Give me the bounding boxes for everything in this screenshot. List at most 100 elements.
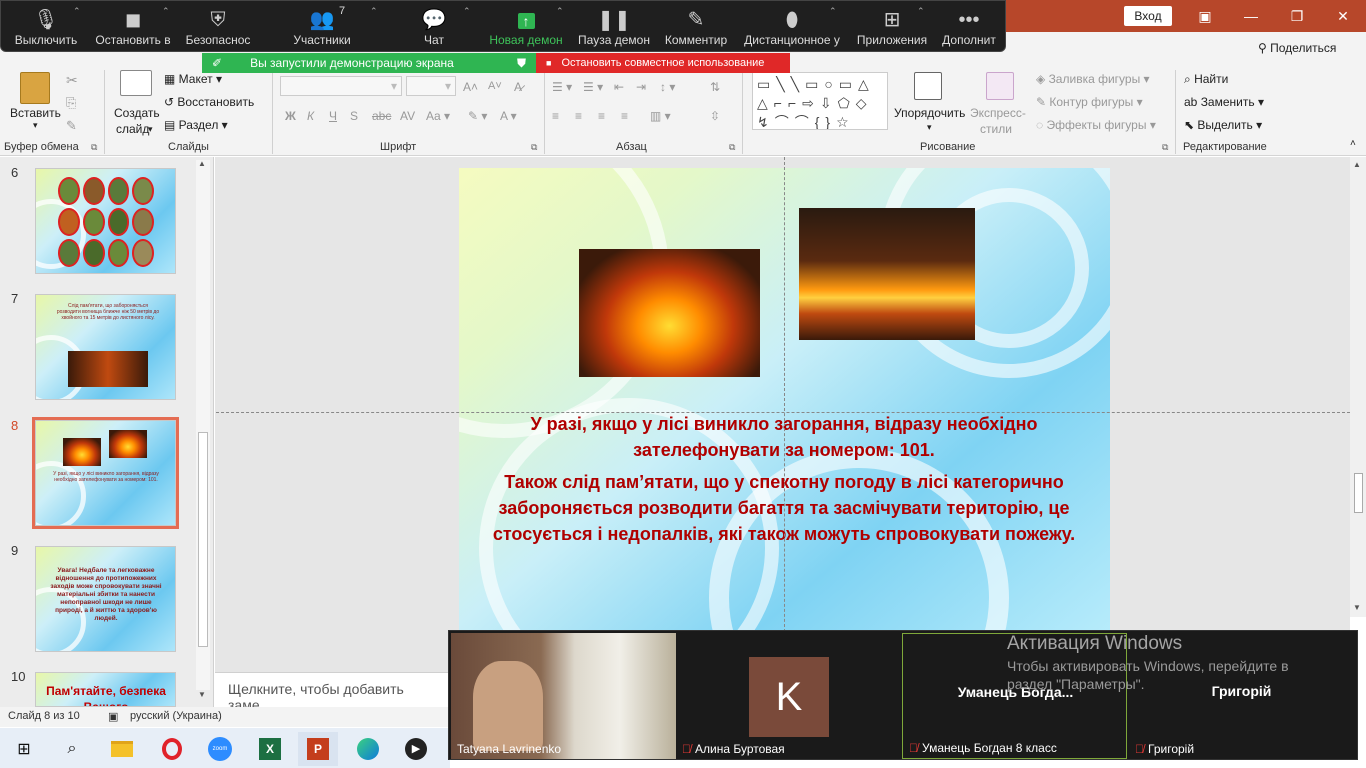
quick-styles-icon[interactable] xyxy=(986,72,1014,100)
align-text-icon[interactable]: ⇳ xyxy=(710,109,720,123)
select-button[interactable]: ⬉ Выделить ▾ xyxy=(1184,118,1262,132)
more-button[interactable]: ••• Дополнит xyxy=(938,0,1000,52)
text-direction-icon[interactable]: ⇅ xyxy=(710,80,720,94)
scroll-down-icon[interactable]: ▼ xyxy=(1353,603,1361,612)
close-icon[interactable]: ✕ xyxy=(1320,0,1366,32)
columns-icon[interactable]: ▥ ▾ xyxy=(650,109,671,123)
zoom-icon[interactable]: zoom xyxy=(200,732,240,766)
section-button[interactable]: ▤ Раздел ▾ xyxy=(164,118,228,132)
shape-outline-button[interactable]: ✎ Контур фигуры ▾ xyxy=(1036,95,1143,109)
stop-share-button[interactable]: ■ Остановить совместное использование xyxy=(536,53,790,73)
shapes-gallery[interactable]: ▭╲╲▭○▭△ △⌐⌐⇨⇩⬠◇ ↯⌒⌒{}☆ xyxy=(752,72,888,130)
find-button[interactable]: ⌕ Найти xyxy=(1184,72,1228,87)
slide-thumbnail-9[interactable]: Увага! Недбале та легковажне відношення … xyxy=(35,546,176,652)
bold-button[interactable]: Ж xyxy=(285,109,296,123)
spellcheck-icon[interactable]: ▣ xyxy=(108,710,118,723)
share-button[interactable]: ⚲ Поделиться xyxy=(1258,41,1336,55)
fire-photo-right[interactable] xyxy=(799,208,975,340)
indent-increase-icon[interactable]: ⇥ xyxy=(636,80,646,94)
chevron-up-icon[interactable]: ⌃ xyxy=(556,6,564,17)
participants-button[interactable]: 👥 Участники xyxy=(286,0,358,52)
justify-icon[interactable]: ≡ xyxy=(621,109,628,123)
bullets-icon[interactable]: ☰ ▾ xyxy=(552,80,572,94)
file-explorer-icon[interactable] xyxy=(102,732,142,766)
chevron-up-icon[interactable]: ⌃ xyxy=(370,6,378,17)
pause-share-button[interactable]: ❚❚ Пауза демон xyxy=(576,0,652,52)
copy-icon[interactable]: ⎘ xyxy=(66,95,76,111)
slide-thumbnail-10[interactable]: Пам'ятайте, безпека Вашого xyxy=(35,672,176,707)
arrange-button[interactable]: Упорядочить xyxy=(894,106,965,120)
video-tile[interactable]: K 🎙̸ Алина Буртовая xyxy=(676,633,901,759)
underline-button[interactable]: Ч xyxy=(329,109,337,123)
dialog-launcher-icon[interactable]: ⧉ xyxy=(531,142,537,153)
new-share-button[interactable]: ↑ Новая демон xyxy=(486,0,566,52)
quick-styles-button[interactable]: Экспресс- xyxy=(970,106,1026,120)
line-spacing-icon[interactable]: ↕ ▾ xyxy=(660,80,675,94)
decrease-font-icon[interactable]: A˅ xyxy=(488,80,502,92)
restore-icon[interactable]: ▣ xyxy=(1182,0,1228,32)
thumbnails-scroll-thumb[interactable] xyxy=(198,432,208,647)
indent-decrease-icon[interactable]: ⇤ xyxy=(614,80,624,94)
scroll-up-icon[interactable]: ▲ xyxy=(1353,160,1361,169)
dialog-launcher-icon[interactable]: ⧉ xyxy=(91,142,97,153)
clear-format-icon[interactable]: A̷ xyxy=(514,80,522,94)
maximize-icon[interactable]: ❐ xyxy=(1274,0,1320,32)
chevron-up-icon[interactable]: ⌃ xyxy=(73,6,81,17)
minimize-icon[interactable]: — xyxy=(1228,0,1274,32)
font-size-select[interactable]: ▾ xyxy=(406,76,456,96)
paste-icon[interactable] xyxy=(20,72,50,104)
chevron-down-icon[interactable]: ▾ xyxy=(148,124,153,135)
opera-icon[interactable] xyxy=(152,732,192,766)
editor-scrollbar[interactable] xyxy=(1350,157,1366,617)
remote-control-button[interactable]: ⬮ Дистанционное у xyxy=(742,0,842,52)
replace-button[interactable]: ab Заменить ▾ xyxy=(1184,95,1264,109)
chevron-up-icon[interactable]: ⌃ xyxy=(917,6,925,17)
reset-button[interactable]: ↺ Восстановить xyxy=(164,95,254,109)
edge-icon[interactable] xyxy=(348,732,388,766)
shadow-icon[interactable]: S xyxy=(350,109,358,123)
chevron-up-icon[interactable]: ⌃ xyxy=(463,6,471,17)
dialog-launcher-icon[interactable]: ⧉ xyxy=(729,142,735,153)
scroll-up-icon[interactable]: ▲ xyxy=(198,159,206,168)
chevron-down-icon[interactable]: ▾ xyxy=(927,122,932,133)
fire-photo-left[interactable] xyxy=(579,249,760,377)
language-status[interactable]: русский (Украина) xyxy=(130,710,222,722)
mute-button[interactable]: 🎙 Выключить xyxy=(12,0,80,52)
video-tile[interactable]: Tatyana Lavrinenko xyxy=(451,633,676,759)
collapse-ribbon-icon[interactable]: ˄ xyxy=(1350,138,1356,149)
highlight-icon[interactable]: ✎ ▾ xyxy=(468,109,487,123)
align-left-icon[interactable]: ≡ xyxy=(552,109,559,123)
paste-button[interactable]: Вставить xyxy=(10,106,61,120)
windows-start-icon[interactable]: ⊞ xyxy=(4,732,44,766)
new-slide-button[interactable]: Создать xyxy=(114,106,160,120)
arrange-icon[interactable] xyxy=(914,72,942,100)
shape-fill-button[interactable]: ◈ Заливка фигуры ▾ xyxy=(1036,72,1150,86)
cut-icon[interactable]: ✂ xyxy=(66,72,78,89)
layout-button[interactable]: ▦ Макет ▾ xyxy=(164,72,222,86)
font-name-select[interactable]: ▾ xyxy=(280,76,402,96)
horizontal-guide[interactable] xyxy=(216,412,1350,413)
chat-button[interactable]: 💬 Чат xyxy=(414,0,454,52)
notes-placeholder[interactable]: Щелкните, чтобы добавить заме xyxy=(215,672,450,713)
change-case-icon[interactable]: Aa ▾ xyxy=(426,109,450,123)
chevron-down-icon[interactable]: ▾ xyxy=(33,120,38,131)
media-player-icon[interactable]: ▶ xyxy=(396,732,436,766)
annotate-button[interactable]: ✎ Комментир xyxy=(662,0,730,52)
editor-scroll-thumb[interactable] xyxy=(1354,473,1363,513)
new-slide-icon[interactable] xyxy=(120,70,152,96)
chevron-up-icon[interactable]: ⌃ xyxy=(829,6,837,17)
slide-thumbnail-8[interactable]: У разі, якщо у лісі виникло загорання, в… xyxy=(32,417,179,529)
format-painter-icon[interactable]: ✎ xyxy=(66,118,77,134)
increase-font-icon[interactable]: A˄ xyxy=(463,80,478,94)
char-spacing-icon[interactable]: AV xyxy=(400,109,415,123)
chevron-up-icon[interactable]: ⌃ xyxy=(162,6,170,17)
strikethrough-icon[interactable]: abc xyxy=(372,109,391,123)
login-button[interactable]: Вход xyxy=(1124,6,1172,26)
vertical-guide[interactable] xyxy=(784,157,785,637)
numbering-icon[interactable]: ☰ ▾ xyxy=(583,80,603,94)
shape-effects-button[interactable]: ◌ Эффекты фигуры ▾ xyxy=(1036,118,1156,132)
security-button[interactable]: ⛨ Безопаснос xyxy=(182,0,254,52)
align-center-icon[interactable]: ≡ xyxy=(575,109,582,123)
dialog-launcher-icon[interactable]: ⧉ xyxy=(1162,142,1168,153)
align-right-icon[interactable]: ≡ xyxy=(598,109,605,123)
